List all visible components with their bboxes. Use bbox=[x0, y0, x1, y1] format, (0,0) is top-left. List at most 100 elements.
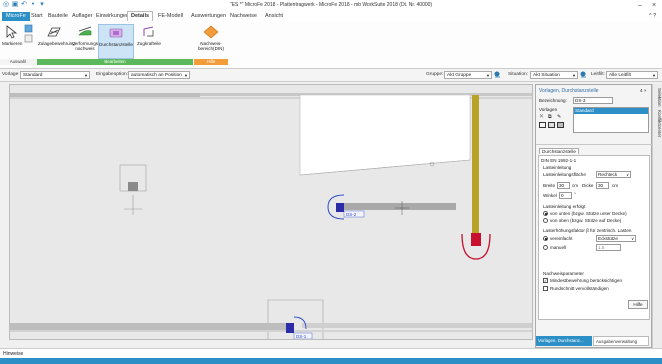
tab-details[interactable]: Details bbox=[127, 11, 154, 21]
close-button[interactable]: × bbox=[648, 1, 660, 10]
norm-label: DIN EN 1992-1-1 bbox=[541, 158, 577, 163]
vorlagen-list-item[interactable]: Standard bbox=[574, 108, 648, 114]
save-template-icon[interactable] bbox=[548, 122, 555, 128]
divider bbox=[536, 144, 653, 145]
copy-icon[interactable]: ⧉ bbox=[548, 114, 556, 121]
gruppe-filter-icon[interactable] bbox=[494, 71, 501, 78]
wall-bottom-right bbox=[302, 323, 532, 328]
durchstanz-icon bbox=[109, 28, 123, 38]
drawing-canvas[interactable]: DS-2 DS-1 bbox=[9, 84, 533, 340]
vorlagen-list[interactable]: Standard bbox=[573, 107, 649, 133]
tab-start[interactable]: Start bbox=[28, 12, 46, 21]
vorlage-select[interactable]: Standard ▼ bbox=[20, 70, 90, 79]
tab-microfe[interactable]: MicroFe bbox=[2, 12, 30, 21]
eingabeoption-select[interactable]: automatisch an Position ▼ bbox=[128, 70, 190, 79]
chevron-down-icon: ▼ bbox=[84, 72, 88, 78]
group-auswahl: Auswahl bbox=[0, 59, 36, 65]
column-left[interactable] bbox=[128, 182, 138, 191]
leitfilt-label: Leitfilt: bbox=[591, 72, 605, 77]
select-mode-button[interactable] bbox=[24, 24, 34, 44]
nachweisbereich-button[interactable]: Nachweis-bereich(DIN) bbox=[196, 24, 226, 57]
delete-icon[interactable]: ✕ bbox=[539, 114, 547, 121]
situation-label: Situation: bbox=[508, 72, 529, 77]
radio-manuell[interactable] bbox=[543, 245, 548, 250]
durchstanzstelle-button[interactable]: Durchstanzstelle bbox=[98, 24, 134, 59]
tab-auswertungen[interactable]: Auswertungen bbox=[188, 12, 229, 21]
panel-tab-ausgabenverwaltung[interactable]: Ausgabenverwaltung bbox=[593, 336, 649, 346]
vorlage-label: Vorlage bbox=[2, 72, 19, 77]
leitfilt-select[interactable]: Alle Leitfilt ▼ bbox=[606, 70, 658, 79]
breite-input[interactable]: 30 bbox=[557, 182, 570, 189]
select-mode-icon bbox=[24, 24, 33, 43]
zulage-icon bbox=[47, 27, 61, 37]
vereinfacht-select[interactable]: Eckstütze ∨ bbox=[596, 235, 636, 242]
situation-filter-icon[interactable] bbox=[580, 71, 587, 78]
winkel-input[interactable]: 0 bbox=[559, 192, 572, 199]
dicke-unit: cm bbox=[612, 183, 619, 188]
eingabeoption-label: Eingabeoption: bbox=[96, 72, 129, 77]
radio-von-oben[interactable] bbox=[543, 218, 548, 223]
tab-nachweise[interactable]: Nachweise bbox=[227, 12, 260, 21]
chevron-down-icon: ∨ bbox=[631, 236, 634, 241]
radio-vereinfacht-label: vereinfacht bbox=[550, 236, 573, 241]
help-icon[interactable]: ^ ? bbox=[646, 12, 659, 21]
gruppe-label: Gruppe: bbox=[426, 72, 444, 77]
nachweisparameter-heading: Nachweisparameter bbox=[543, 271, 584, 276]
panel-pin-close-icon[interactable]: 4 × bbox=[640, 88, 647, 93]
verformungsnachweis-button[interactable]: Verformungs-nachweis bbox=[72, 24, 100, 57]
window-title: "ES *" MicroFe 2018 - Plattentragwerk - … bbox=[229, 2, 433, 8]
manuell-input[interactable]: 1.5 bbox=[596, 244, 621, 251]
vorlagen-label: Vorlagen bbox=[539, 107, 558, 112]
support-column-red[interactable] bbox=[471, 233, 481, 246]
hinweise-label: Hinweise bbox=[3, 351, 24, 357]
checkbox-rundschnitt[interactable] bbox=[543, 286, 548, 291]
ribbon: Markieren Zulagebewehrung Verformungs-na… bbox=[0, 22, 662, 69]
load-template-icon[interactable] bbox=[557, 122, 564, 128]
tab-ansicht[interactable]: Ansicht bbox=[262, 12, 286, 21]
dicke-label: Dicke bbox=[582, 183, 594, 188]
minimize-button[interactable]: – bbox=[634, 1, 646, 10]
model-drawing[interactable]: DS-2 DS-1 bbox=[10, 85, 532, 339]
zugkrafteile-button[interactable]: Zugkrafteile bbox=[134, 24, 164, 57]
new-icon[interactable] bbox=[539, 122, 546, 128]
chevron-down-icon: ▼ bbox=[652, 72, 656, 78]
wall-middle bbox=[344, 203, 456, 210]
bezeichnung-label: Bezeichnung: bbox=[539, 98, 567, 103]
tab-auflager[interactable]: Auflager bbox=[69, 12, 96, 21]
situation-select[interactable]: Akt Situation ▼ bbox=[530, 70, 578, 79]
checkbox-rundschnitt-label: Rundschnitt vervollständigen bbox=[550, 286, 609, 291]
radio-vereinfacht[interactable] bbox=[543, 236, 548, 241]
lasteinleitung-heading: Lasteinleitung bbox=[543, 165, 572, 170]
tab-selektion[interactable]: Selektion bbox=[654, 88, 662, 107]
column-ds-2[interactable] bbox=[336, 203, 344, 212]
panel-tab-vorlagen[interactable]: Vorlagen, Durchstanz... bbox=[536, 336, 592, 346]
column-ds-1[interactable] bbox=[286, 323, 294, 333]
hilfe-button[interactable]: Hilfe bbox=[628, 300, 648, 309]
checkbox-mindestbewehrung-label: Mindestbewehrung berücksichtigen bbox=[550, 278, 623, 283]
radio-von-unten[interactable] bbox=[543, 211, 548, 216]
tab-fe-modell[interactable]: FE-Modell bbox=[155, 12, 186, 21]
tab-durchstanzstelle[interactable]: Durchstanzstelle bbox=[539, 148, 579, 154]
options-toolbar: Vorlage Standard ▼ Eingabeoption: automat… bbox=[0, 69, 662, 82]
dicke-input[interactable]: 30 bbox=[596, 182, 609, 189]
tab-bauteile[interactable]: Bauteile bbox=[45, 12, 71, 21]
cursor-icon bbox=[6, 25, 18, 39]
wall-vertical-right bbox=[472, 95, 479, 245]
lastflaeche-select[interactable]: Rechteck ∨ bbox=[596, 171, 631, 178]
group-bearbeiten: Bearbeiten bbox=[37, 59, 193, 65]
chevron-down-icon: ▼ bbox=[486, 72, 490, 78]
bezeichnung-input[interactable]: DS-3 bbox=[573, 97, 613, 104]
rename-icon[interactable]: ✎ bbox=[557, 114, 565, 121]
gruppe-select[interactable]: Akt Gruppe ▼ bbox=[444, 70, 492, 79]
tab-konfliktcenter[interactable]: Konfliktcenter bbox=[654, 110, 662, 137]
wall-bottom-edge bbox=[10, 330, 532, 332]
group-hilfe: Hilfe bbox=[194, 59, 228, 65]
lastflaeche-label: Lasteinleitungsfläche bbox=[543, 172, 586, 177]
winkel-unit: ° bbox=[574, 192, 576, 197]
chevron-down-icon: ▼ bbox=[572, 72, 576, 78]
checkbox-mindestbewehrung[interactable]: ✓ bbox=[543, 278, 548, 283]
markieren-button[interactable]: Markieren bbox=[2, 24, 22, 57]
ds-2-label: DS-2 bbox=[346, 212, 357, 217]
zulagebewehrung-button[interactable]: Zulagebewehrung bbox=[38, 24, 75, 57]
radio-von-oben-label: von oben (bzgw. Stütze auf Decke) bbox=[550, 218, 622, 223]
